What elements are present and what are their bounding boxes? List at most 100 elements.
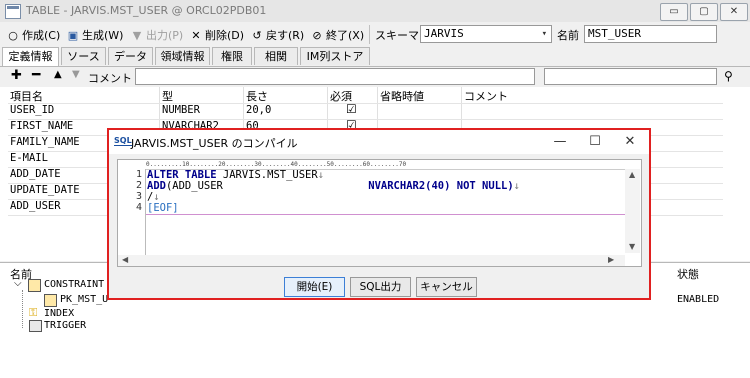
cell-name: E-MAIL <box>10 152 48 164</box>
delete-button[interactable]: ✕ 削除(D) <box>189 27 244 43</box>
revert-button[interactable]: ↺ 戻す(R) <box>250 27 304 43</box>
index-icon: ⚿ <box>29 306 38 319</box>
close-button[interactable]: ✕ <box>720 3 748 21</box>
header-column-name: 項目名 <box>10 90 43 103</box>
undo-icon: ↺ <box>252 29 262 42</box>
compile-dialog: SQL JARVIS.MST_USER のコンパイル — ☐ ✕ 0......… <box>107 128 651 300</box>
remove-icon[interactable]: ━ <box>32 67 40 83</box>
eof-marker: [EOF] <box>147 202 179 214</box>
revert-label: 戻す(R) <box>266 29 305 42</box>
line-number-gutter: 1 2 3 4 <box>118 169 144 255</box>
cell-type: NUMBER <box>162 104 200 116</box>
add-icon[interactable]: ✚ <box>11 68 22 83</box>
tree-item-constraint[interactable]: CONSTRAINT <box>44 279 104 290</box>
tab-data[interactable]: データ <box>108 47 153 65</box>
cursor-line <box>146 214 625 215</box>
schema-label: スキーマ <box>375 29 419 42</box>
grid-header-row: 項目名 型 長さ 必須 省略時値 コメント <box>8 87 723 104</box>
header-default: 省略時値 <box>380 90 424 103</box>
tab-strip: 定義情報 ソース データ 領域情報 権限 相関 IM列ストア <box>0 47 750 67</box>
name-field[interactable]: MST_USER <box>584 25 717 43</box>
required-checkbox[interactable]: ☑ <box>346 102 357 116</box>
tab-source[interactable]: ソース <box>61 47 106 65</box>
maximize-button[interactable]: ▢ <box>690 3 718 21</box>
cell-name: FIRST_NAME <box>10 120 74 132</box>
sql-output-button[interactable]: SQL出力 <box>350 277 411 297</box>
tab-privileges[interactable]: 権限 <box>212 47 252 65</box>
line-number: 2 <box>135 180 142 191</box>
cell-name: ADD_DATE <box>10 168 61 180</box>
code-line-2: ADD(ADD_USER NVARCHAR2(40) NOT NULL)↓ <box>147 180 520 192</box>
cell-name: ADD_USER <box>10 200 61 212</box>
dialog-maximize-button[interactable]: ☐ <box>578 132 612 152</box>
gutter-divider <box>145 169 146 255</box>
tree-item-trigger[interactable]: TRIGGER <box>44 320 86 331</box>
dialog-title-bar: SQL JARVIS.MST_USER のコンパイル — ☐ ✕ <box>109 130 649 154</box>
filter-icon: ▼ <box>132 29 142 42</box>
table-app-icon <box>5 4 21 19</box>
move-down-icon[interactable]: ▼ <box>72 69 80 80</box>
header-length: 長さ <box>246 90 268 103</box>
tab-storage[interactable]: 領域情報 <box>155 47 210 65</box>
search-input[interactable] <box>544 68 717 85</box>
scroll-left-icon[interactable]: ◀ <box>122 255 128 264</box>
cell-name: UPDATE_DATE <box>10 184 80 196</box>
sql-type: NVARCHAR2(40) <box>368 180 451 192</box>
line-number: 4 <box>135 202 142 213</box>
table-row[interactable]: USER_ID NUMBER 20,0 ☑ <box>8 102 723 120</box>
tree-item-pk[interactable]: PK_MST_U <box>60 294 108 305</box>
code-line-4: [EOF] <box>147 202 179 214</box>
cancel-button[interactable]: キャンセル <box>416 277 477 297</box>
header-comment: コメント <box>464 90 508 103</box>
main-toolbar: ○ 作成(C) ▣ 生成(W) ▼ 出力(P) ✕ 削除(D) ↺ 戻す(R) ⊘ 終了(X… <box>0 22 750 46</box>
exit-label: 終了(X) <box>326 29 365 42</box>
sql-icon: SQL <box>114 136 132 146</box>
name-label: 名前 <box>557 29 579 42</box>
generate-label: 生成(W) <box>82 29 124 42</box>
collapse-icon[interactable]: ⌵ <box>14 278 22 289</box>
tab-definition[interactable]: 定義情報 <box>2 47 59 67</box>
x-icon: ✕ <box>191 29 201 42</box>
delete-label: 削除(D) <box>205 29 245 42</box>
dialog-title: JARVIS.MST_USER のコンパイル <box>131 137 298 150</box>
schema-value: JARVIS <box>424 27 464 40</box>
create-button[interactable]: ○ 作成(C) <box>6 27 60 43</box>
output-label: 出力(P) <box>146 29 184 42</box>
dialog-close-button[interactable]: ✕ <box>613 132 647 152</box>
scroll-down-icon[interactable]: ▼ <box>629 242 635 251</box>
title-bar: TABLE - JARVIS.MST_USER @ ORCL02PDB01 ▭ … <box>0 0 750 23</box>
output-button[interactable]: ▼ 出力(P) <box>130 27 183 43</box>
start-button[interactable]: 開始(E) <box>284 277 345 297</box>
scroll-right-icon[interactable]: ▶ <box>608 255 614 264</box>
cell-length: 20,0 <box>246 104 272 116</box>
key-icon <box>44 294 57 307</box>
minimize-button[interactable]: ▭ <box>660 3 688 21</box>
sql-editor[interactable]: 0.........10........20........30........… <box>117 159 642 267</box>
line-number: 1 <box>135 169 142 180</box>
constraint-icon <box>28 279 41 292</box>
status-value: ENABLED <box>677 294 720 305</box>
create-label: 作成(C) <box>22 29 61 42</box>
tab-correlation[interactable]: 相関 <box>254 47 298 65</box>
schema-dropdown[interactable]: JARVIS ▾ <box>420 25 552 43</box>
tree-line <box>22 290 24 328</box>
dialog-minimize-button[interactable]: — <box>543 132 577 152</box>
exit-icon: ⊘ <box>312 29 322 42</box>
comment-input[interactable] <box>135 68 535 85</box>
generate-button[interactable]: ▣ 生成(W) <box>66 27 124 43</box>
generate-icon: ▣ <box>67 29 79 42</box>
move-up-icon[interactable]: ▲ <box>54 69 62 80</box>
vertical-scrollbar[interactable]: ▲ ▼ <box>625 169 640 253</box>
binoculars-icon[interactable]: ⚲ <box>724 69 733 83</box>
scroll-up-icon[interactable]: ▲ <box>629 170 635 179</box>
exit-button[interactable]: ⊘ 終了(X) <box>310 27 364 43</box>
chevron-down-icon: ▾ <box>541 29 547 39</box>
window-title: TABLE - JARVIS.MST_USER @ ORCL02PDB01 <box>26 4 267 17</box>
tab-im-column-store[interactable]: IM列ストア <box>300 47 370 65</box>
sql-text: (ADD_USER <box>165 180 369 192</box>
trigger-icon <box>29 320 42 332</box>
circle-icon: ○ <box>8 29 18 42</box>
tree-item-index[interactable]: INDEX <box>44 308 74 319</box>
horizontal-scrollbar[interactable]: ◀ ▶ <box>118 255 625 266</box>
edit-row: ✚ ━ ▲ ▼ コメント ⚲ <box>0 67 750 87</box>
